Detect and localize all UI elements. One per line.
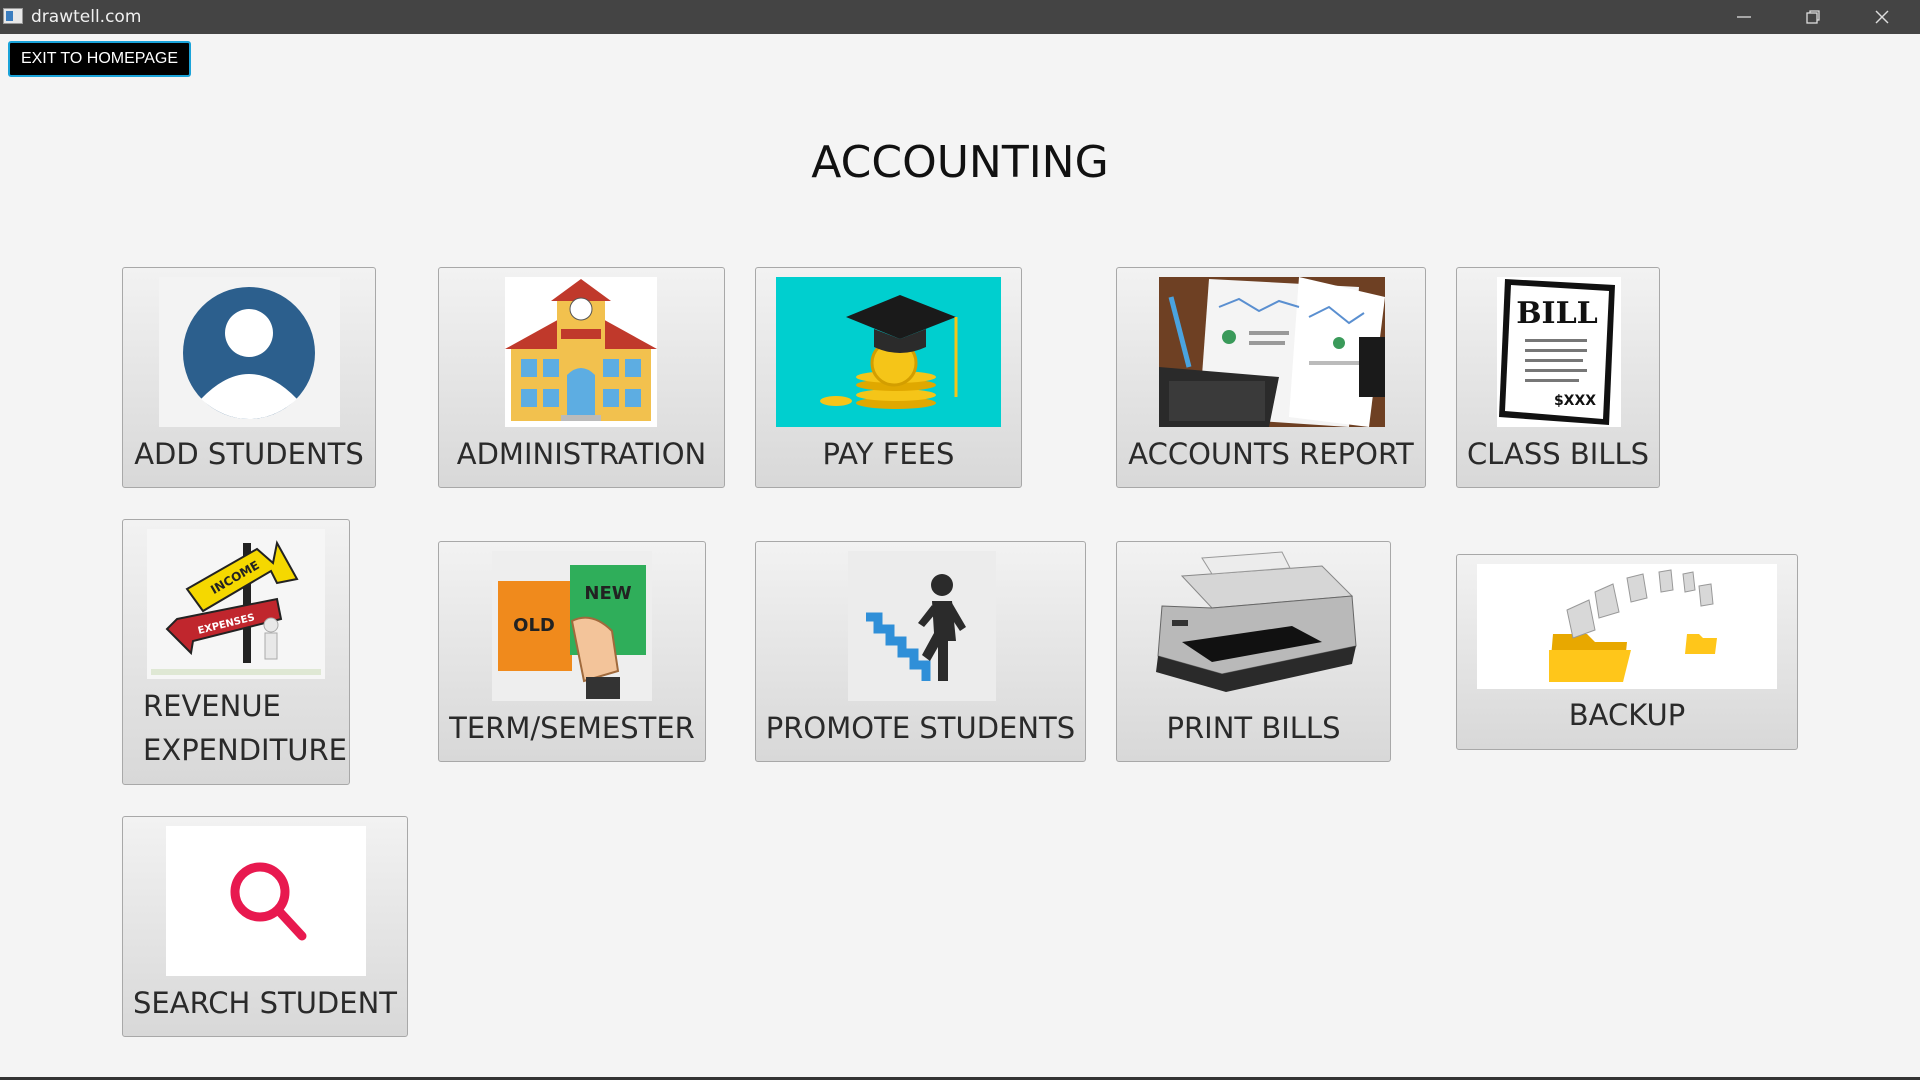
accounts-report-label: ACCOUNTS REPORT xyxy=(1128,437,1414,471)
revenue-expenditure-label-line2: EXPENDITURE xyxy=(143,733,347,767)
printer-icon xyxy=(1142,546,1367,701)
accounts-report-tile[interactable]: ACCOUNTS REPORT xyxy=(1116,267,1426,488)
minimize-icon xyxy=(1737,16,1751,18)
print-bills-tile[interactable]: PRINT BILLS xyxy=(1116,541,1391,762)
add-students-label: ADD STUDENTS xyxy=(134,437,364,471)
bill-image-amount: $XXX xyxy=(1554,393,1596,409)
promote-students-tile[interactable]: PROMOTE STUDENTS xyxy=(755,541,1086,762)
window-title: drawtell.com xyxy=(31,7,142,27)
income-expenses-signpost-icon: INCOME EXPENSES xyxy=(147,529,325,679)
book-left-text: OLD xyxy=(513,615,555,636)
window-titlebar: drawtell.com xyxy=(0,0,1920,34)
class-bills-tile[interactable]: BILL $XXX CLASS BILLS xyxy=(1456,267,1660,488)
report-documents-icon xyxy=(1159,277,1385,427)
print-bills-label: PRINT BILLS xyxy=(1166,711,1341,745)
search-student-tile[interactable]: SEARCH STUDENT xyxy=(122,816,408,1037)
old-new-book-icon: OLD NEW xyxy=(492,551,652,701)
class-bills-label: CLASS BILLS xyxy=(1466,437,1650,471)
search-icon xyxy=(166,826,366,976)
restore-icon xyxy=(1806,10,1820,24)
close-button[interactable] xyxy=(1848,0,1916,34)
pay-fees-tile[interactable]: PAY FEES xyxy=(755,267,1022,488)
school-building-icon xyxy=(505,277,657,427)
folder-backup-icon xyxy=(1477,564,1777,689)
book-right-text: NEW xyxy=(584,583,631,604)
pay-fees-label: PAY FEES xyxy=(822,437,955,471)
climbing-stairs-icon xyxy=(848,551,996,701)
add-students-tile[interactable]: ADD STUDENTS xyxy=(122,267,376,488)
exit-to-homepage-button[interactable]: EXIT TO HOMEPAGE xyxy=(8,41,191,77)
user-avatar-icon xyxy=(159,277,340,427)
administration-tile[interactable]: ADMINISTRATION xyxy=(438,267,725,488)
minimize-button[interactable] xyxy=(1710,0,1778,34)
bill-paper-icon: BILL $XXX xyxy=(1497,277,1621,427)
term-semester-label: TERM/SEMESTER xyxy=(449,711,695,745)
backup-tile[interactable]: BACKUP xyxy=(1456,554,1798,750)
app-icon xyxy=(3,8,23,24)
term-semester-tile[interactable]: OLD NEW TERM/SEMESTER xyxy=(438,541,706,762)
close-icon xyxy=(1875,10,1889,24)
backup-label: BACKUP xyxy=(1568,698,1686,732)
search-student-label: SEARCH STUDENT xyxy=(133,986,397,1020)
graduation-cap-coins-icon xyxy=(776,277,1001,427)
revenue-expenditure-tile[interactable]: INCOME EXPENSES REVENUE EXPENDITURE xyxy=(122,519,350,785)
promote-students-label: PROMOTE STUDENTS xyxy=(765,711,1076,745)
administration-label: ADMINISTRATION xyxy=(456,437,707,471)
page-title: ACCOUNTING xyxy=(811,137,1109,188)
revenue-expenditure-label-line1: REVENUE xyxy=(143,689,281,723)
restore-button[interactable] xyxy=(1779,0,1847,34)
bill-image-text: BILL xyxy=(1516,296,1598,331)
